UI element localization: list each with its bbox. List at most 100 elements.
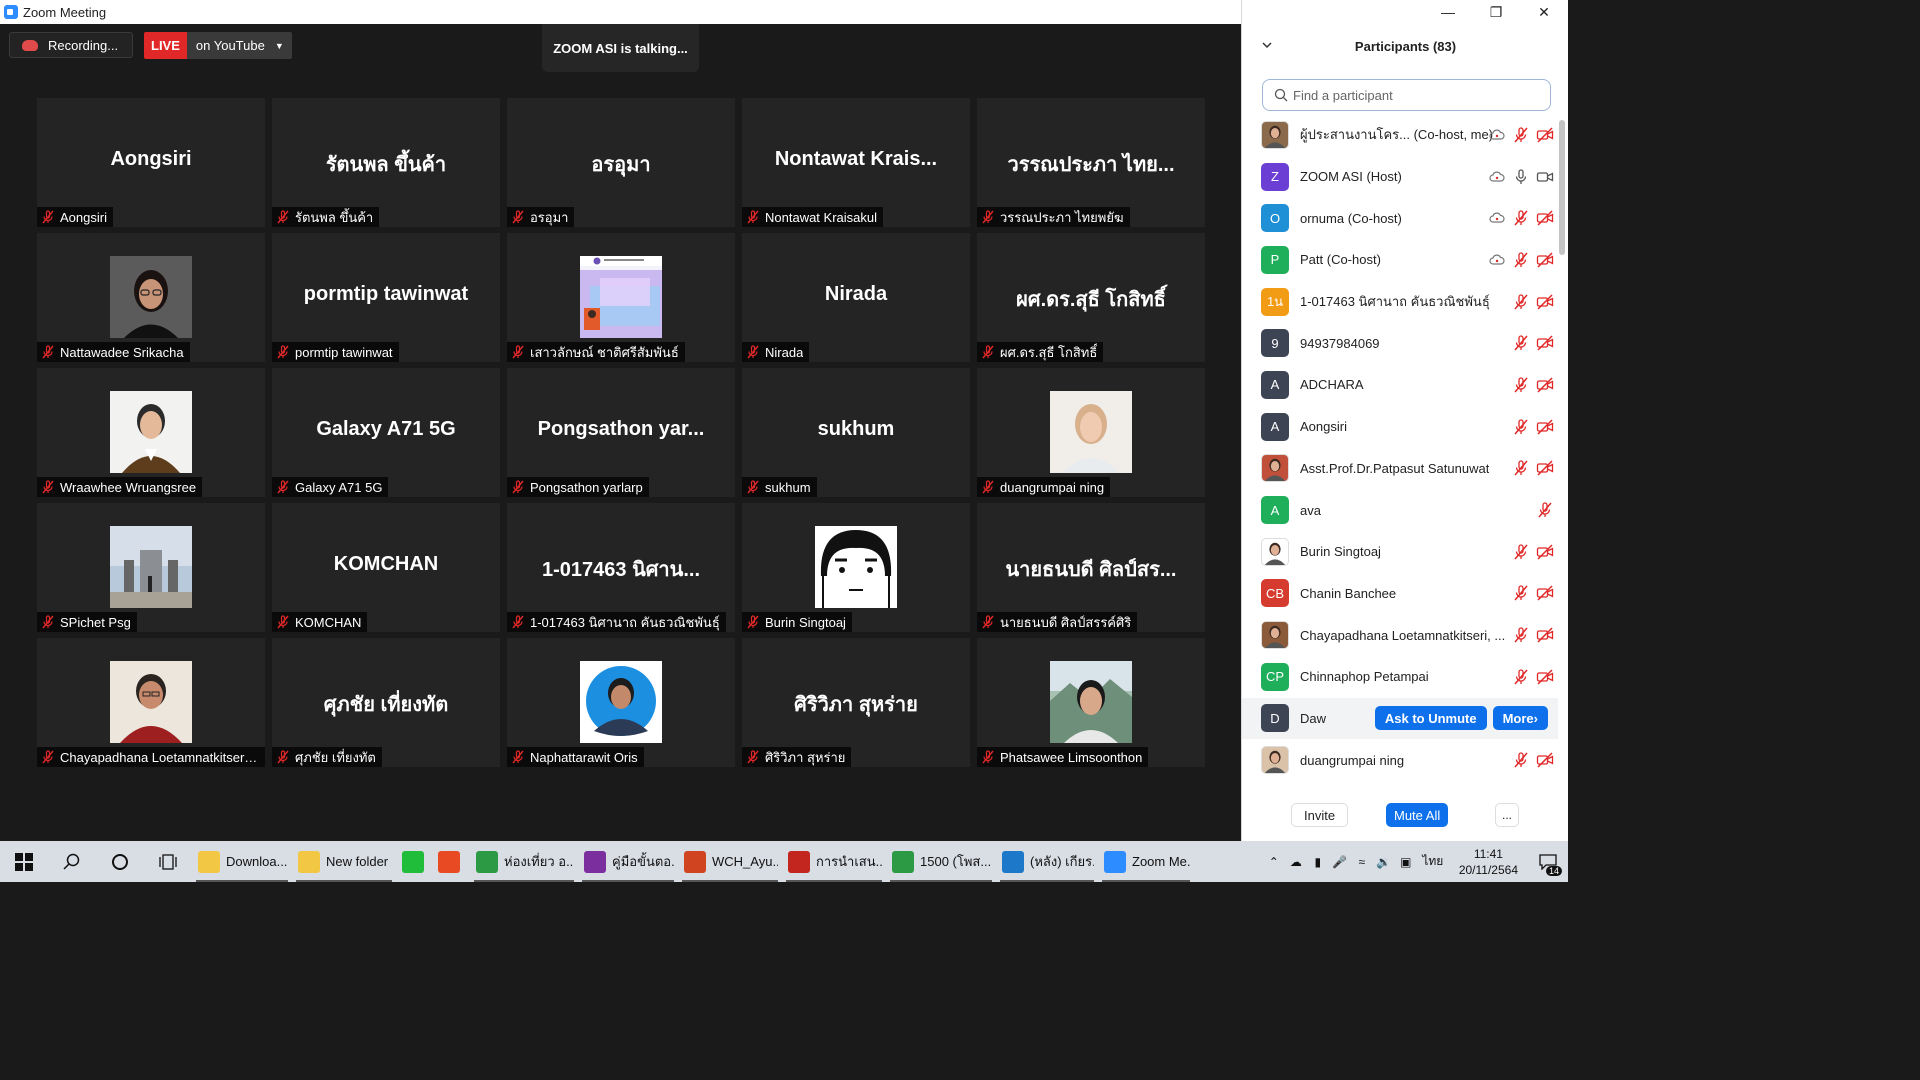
participant-row[interactable]: Oornuma (Co-host) <box>1242 197 1558 239</box>
participant-row[interactable]: ผู้ประสานงานโคร... (Co-host, me) <box>1242 114 1558 156</box>
taskbar-app[interactable]: Zoom Me... <box>1098 841 1194 882</box>
tile-nameplate: pormtip tawinwat <box>272 342 399 362</box>
volume-icon[interactable]: 🔉 <box>1373 841 1395 882</box>
close-icon[interactable]: ✕ <box>1520 0 1568 24</box>
participant-list: ผู้ประสานงานโคร... (Co-host, me) Z ZOOM AS… <box>1242 114 1558 781</box>
tile-display-name: Galaxy A71 5G <box>316 418 456 440</box>
video-tile[interactable]: Burin Singtoaj <box>742 503 970 632</box>
participant-row[interactable]: Z ZOOM ASI (Host) <box>1242 156 1558 198</box>
taskbar-app[interactable]: WCH_Ayu... <box>678 841 782 882</box>
participant-row[interactable]: P Patt (Co-host) <box>1242 239 1558 281</box>
notification-center-button[interactable]: 14 <box>1528 841 1568 882</box>
video-tile[interactable]: วรรณประภา ไทย... วรรณประภา ไทยพยัฆ <box>977 98 1205 227</box>
live-target-dropdown[interactable]: on YouTube ▼ <box>186 32 292 59</box>
tile-nameplate: อรอุมา <box>507 207 575 227</box>
mic-muted-icon <box>747 480 759 494</box>
minimize-icon[interactable]: — <box>1424 0 1472 24</box>
more-options-button[interactable]: ... <box>1495 803 1519 827</box>
participant-row[interactable]: 1น 1-017463 นิศานาถ คันธวณิชพันธุ์ <box>1242 281 1558 323</box>
video-tile[interactable]: SPichet Psg <box>37 503 265 632</box>
app-icon <box>584 850 606 873</box>
taskbar-app[interactable]: Downloa... <box>192 841 292 882</box>
video-tile[interactable]: Pongsathon yar... Pongsathon yarlarp <box>507 368 735 497</box>
onedrive-icon[interactable]: ☁ <box>1285 841 1307 882</box>
participant-name: Chinnaphop Petampai <box>1300 669 1429 685</box>
start-button[interactable] <box>0 841 48 882</box>
participant-row[interactable]: Burin Singtoaj <box>1242 531 1558 573</box>
video-tile[interactable]: Nirada Nirada <box>742 233 970 362</box>
battery-icon[interactable]: ▮ <box>1307 841 1329 882</box>
video-tile[interactable]: อรอุมา อรอุมา <box>507 98 735 227</box>
video-tile[interactable]: Aongsiri Aongsiri <box>37 98 265 227</box>
microphone-icon[interactable]: 🎤 <box>1329 841 1351 882</box>
mute-all-button[interactable]: Mute All <box>1386 803 1449 827</box>
video-tile[interactable]: KOMCHAN KOMCHAN <box>272 503 500 632</box>
video-tile[interactable]: Nontawat Krais... Nontawat Kraisakul <box>742 98 970 227</box>
video-tile[interactable]: sukhum sukhum <box>742 368 970 497</box>
participant-row[interactable]: CB Chanin Banchee <box>1242 573 1558 615</box>
task-view-button[interactable] <box>144 841 192 882</box>
wifi-icon[interactable]: ≈ <box>1351 841 1373 882</box>
maximize-icon[interactable]: ❐ <box>1472 0 1520 24</box>
tile-nameplate: sukhum <box>742 477 817 497</box>
video-tile[interactable]: เสาวลักษณ์ ชาติศรีสัมพันธ์ <box>507 233 735 362</box>
taskbar-app[interactable]: ห่องเที่ยว อ... <box>470 841 578 882</box>
tile-nameplate: Nontawat Kraisakul <box>742 207 883 227</box>
cortana-button[interactable] <box>96 841 144 882</box>
video-tile[interactable]: ผศ.ดร.สุธี โกสิทธิ์ ผศ.ดร.สุธี โกสิทธิ์ <box>977 233 1205 362</box>
participant-row[interactable]: 9 94937984069 <box>1242 322 1558 364</box>
participant-name: Patt (Co-host) <box>1300 252 1381 268</box>
taskbar-app[interactable] <box>432 841 470 882</box>
search-button[interactable] <box>48 841 96 882</box>
taskbar-app-label: Zoom Me... <box>1132 854 1190 869</box>
chevron-right-icon: › <box>1533 710 1538 726</box>
video-tile[interactable]: Nattawadee Srikacha <box>37 233 265 362</box>
participant-row[interactable]: CP Chinnaphop Petampai <box>1242 656 1558 698</box>
participant-more-button[interactable]: More › <box>1492 706 1548 731</box>
mic-muted-icon <box>1514 752 1528 768</box>
tile-display-name: 1-017463 นิศาน... <box>541 559 701 581</box>
display-icon[interactable]: ▣ <box>1395 841 1417 882</box>
video-tile[interactable]: นายธนบดี ศิลป์สร... นายธนบดี ศิลป์สรรค์ศิ… <box>977 503 1205 632</box>
video-tile[interactable]: ศิริวิภา สุหร่าย ศิริวิภา สุหร่าย <box>742 638 970 767</box>
participant-status <box>1512 573 1554 615</box>
participant-row[interactable]: A ADCHARA <box>1242 364 1558 406</box>
taskbar-app[interactable]: คู่มือขั้นตอ... <box>578 841 678 882</box>
language-indicator[interactable]: ไทย <box>1417 841 1449 882</box>
ask-to-unmute-button[interactable]: Ask to Unmute <box>1374 706 1487 731</box>
chevron-up-icon[interactable]: ⌃ <box>1263 841 1285 882</box>
taskbar-app[interactable]: (หลัง) เกียร... <box>996 841 1098 882</box>
taskbar-app[interactable]: New folder <box>292 841 396 882</box>
live-stream-badge[interactable]: LIVE on YouTube ▼ <box>144 32 292 59</box>
video-tile[interactable]: รัตนพล ขึ้นค้า รัตนพล ขึ้นค้า <box>272 98 500 227</box>
video-tile[interactable]: ศุภชัย เที่ยงทัต ศุภชัย เที่ยงทัต <box>272 638 500 767</box>
video-tile[interactable]: duangrumpai ning <box>977 368 1205 497</box>
invite-button[interactable]: Invite <box>1291 803 1349 827</box>
taskbar-app[interactable]: 1500 (โพส... <box>886 841 996 882</box>
participant-row[interactable]: Asst.Prof.Dr.Patpasut Satunuwat <box>1242 448 1558 490</box>
participant-row[interactable]: A Aongsiri <box>1242 406 1558 448</box>
video-tile[interactable]: Chayapadhana Loetamnatkitseri, ... <box>37 638 265 767</box>
participant-row[interactable]: Chayapadhana Loetamnatkitseri, ... <box>1242 614 1558 656</box>
mic-muted-icon <box>982 210 994 224</box>
participant-video <box>1050 391 1132 473</box>
search-input[interactable] <box>1293 87 1533 103</box>
video-tile[interactable]: Galaxy A71 5G Galaxy A71 5G <box>272 368 500 497</box>
taskbar-app[interactable] <box>396 841 432 882</box>
video-tile[interactable]: Naphattarawit Oris <box>507 638 735 767</box>
taskbar-app[interactable]: การนำเสน... <box>782 841 886 882</box>
video-tile[interactable]: Phatsawee Limsoonthon <box>977 638 1205 767</box>
participant-row[interactable]: Aava <box>1242 489 1558 531</box>
video-tile[interactable]: 1-017463 นิศาน... 1-017463 นิศานาถ คันธวณ… <box>507 503 735 632</box>
participant-status <box>1536 489 1554 531</box>
clock[interactable]: 11:41 20/11/2564 <box>1459 846 1518 878</box>
cloud-recording-icon <box>22 39 38 51</box>
participant-row[interactable]: D Daw Ask to Unmute More › <box>1242 697 1558 740</box>
video-tile[interactable]: pormtip tawinwat pormtip tawinwat <box>272 233 500 362</box>
scrollbar[interactable] <box>1559 120 1565 255</box>
participant-search[interactable] <box>1262 79 1551 111</box>
participant-row[interactable]: duangrumpai ning <box>1242 739 1558 781</box>
participants-title: Participants (83) <box>1354 39 1457 54</box>
video-tile[interactable]: Wraawhee Wruangsree <box>37 368 265 497</box>
recording-indicator[interactable]: Recording... <box>9 32 133 58</box>
